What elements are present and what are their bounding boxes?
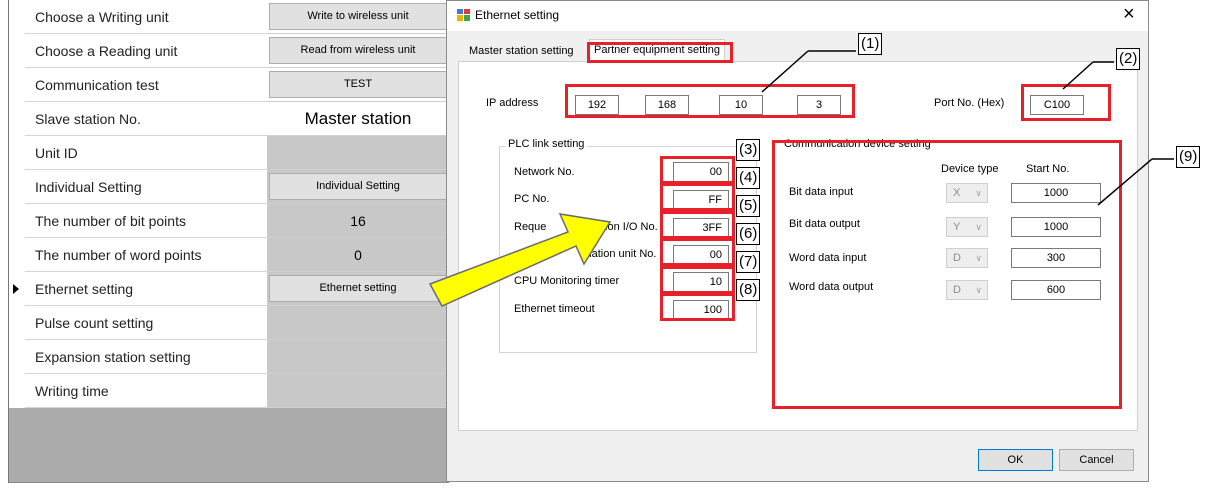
callout-7: (7): [736, 251, 761, 273]
callout-6: (6): [736, 223, 761, 245]
yellow-arrow: [428, 213, 612, 307]
callout-3: (3): [736, 139, 761, 161]
callout-2: (2): [1116, 48, 1141, 70]
callout-1: (1): [858, 33, 883, 55]
callout-9: (9): [1176, 146, 1201, 168]
callout-4: (4): [736, 167, 761, 189]
callout-5: (5): [736, 195, 761, 217]
callout-8: (8): [736, 279, 761, 301]
annotation-lines: [428, 50, 1174, 307]
